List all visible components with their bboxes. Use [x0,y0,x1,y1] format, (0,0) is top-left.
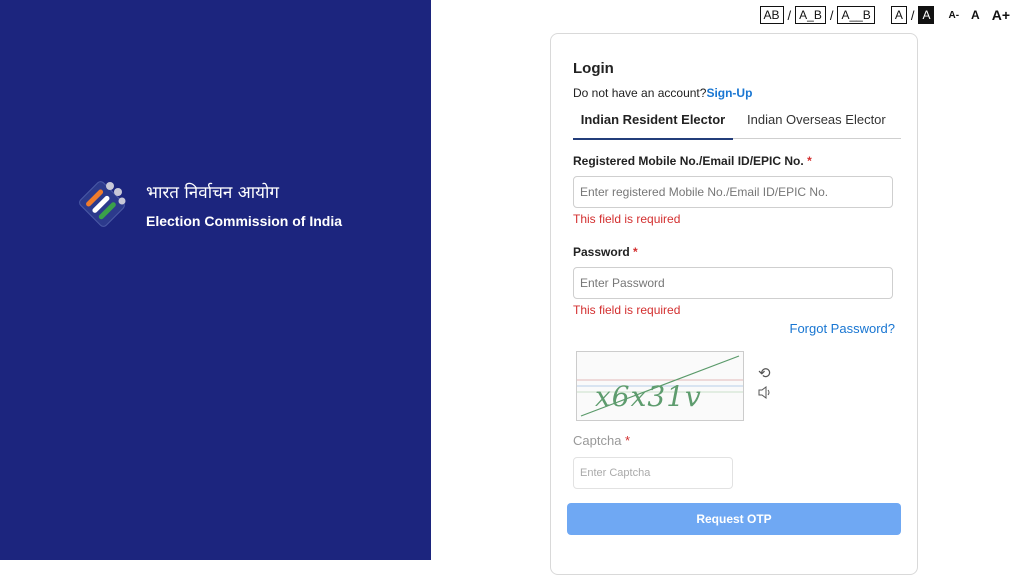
contrast-high-button[interactable]: A [918,6,935,24]
tab-indian-overseas-elector[interactable]: Indian Overseas Elector [747,111,886,138]
captcha-image: x6x31v [576,351,744,421]
font-decrease-button[interactable]: A- [948,10,959,21]
audio-captcha-icon[interactable] [758,386,772,402]
captcha-label: Captcha * [573,433,630,448]
id-field-error: This field is required [573,212,681,226]
id-field-label-text: Registered Mobile No./Email ID/EPIC No. [573,154,804,168]
signup-prompt: Do not have an account? [573,86,707,100]
request-otp-button[interactable]: Request OTP [567,503,901,535]
id-input[interactable] [573,176,893,208]
password-field-error: This field is required [573,303,681,317]
separator: / [787,7,792,23]
spacing-medium-button[interactable]: A_B [795,6,826,24]
login-title: Login [573,60,614,77]
spacing-wide-button[interactable]: A__B [837,6,875,24]
signup-link[interactable]: Sign-Up [706,86,752,100]
required-mark: * [625,433,631,448]
required-mark: * [633,245,638,259]
captcha-text: x6x31v [595,380,702,413]
font-normal-button[interactable]: A [971,8,980,22]
brand: भारत निर्वाचन आयोग Election Commission o… [76,178,342,230]
login-card: Login Do not have an account?Sign-Up Ind… [550,33,918,575]
eci-logo-icon [79,181,126,227]
elector-tabs: Indian Resident Elector Indian Overseas … [573,111,901,140]
required-mark: * [807,154,812,168]
refresh-captcha-icon[interactable]: ⟲ [758,364,771,382]
brand-name-hindi: भारत निर्वाचन आयोग [146,182,279,203]
separator: / [829,7,834,23]
spacing-normal-button[interactable]: AB [759,6,784,24]
accessibility-toolbar: AB / A_B / A__B A / A A- A A+ [758,6,1010,24]
password-field-label: Password * [573,245,638,259]
left-branding-panel: भारत निर्वाचन आयोग Election Commission o… [0,0,431,560]
captcha-input[interactable] [573,457,733,489]
signup-line: Do not have an account?Sign-Up [573,86,752,100]
brand-name-english: Election Commission of India [146,212,343,229]
id-field-label: Registered Mobile No./Email ID/EPIC No. … [573,154,812,168]
password-field-label-text: Password [573,245,630,259]
password-input[interactable] [573,267,893,299]
contrast-normal-button[interactable]: A [890,6,907,24]
tab-indian-resident-elector[interactable]: Indian Resident Elector [573,111,733,140]
forgot-password-link[interactable]: Forgot Password? [790,321,896,336]
captcha-label-text: Captcha [573,433,622,448]
font-increase-button[interactable]: A+ [992,7,1010,23]
separator: / [910,7,915,23]
